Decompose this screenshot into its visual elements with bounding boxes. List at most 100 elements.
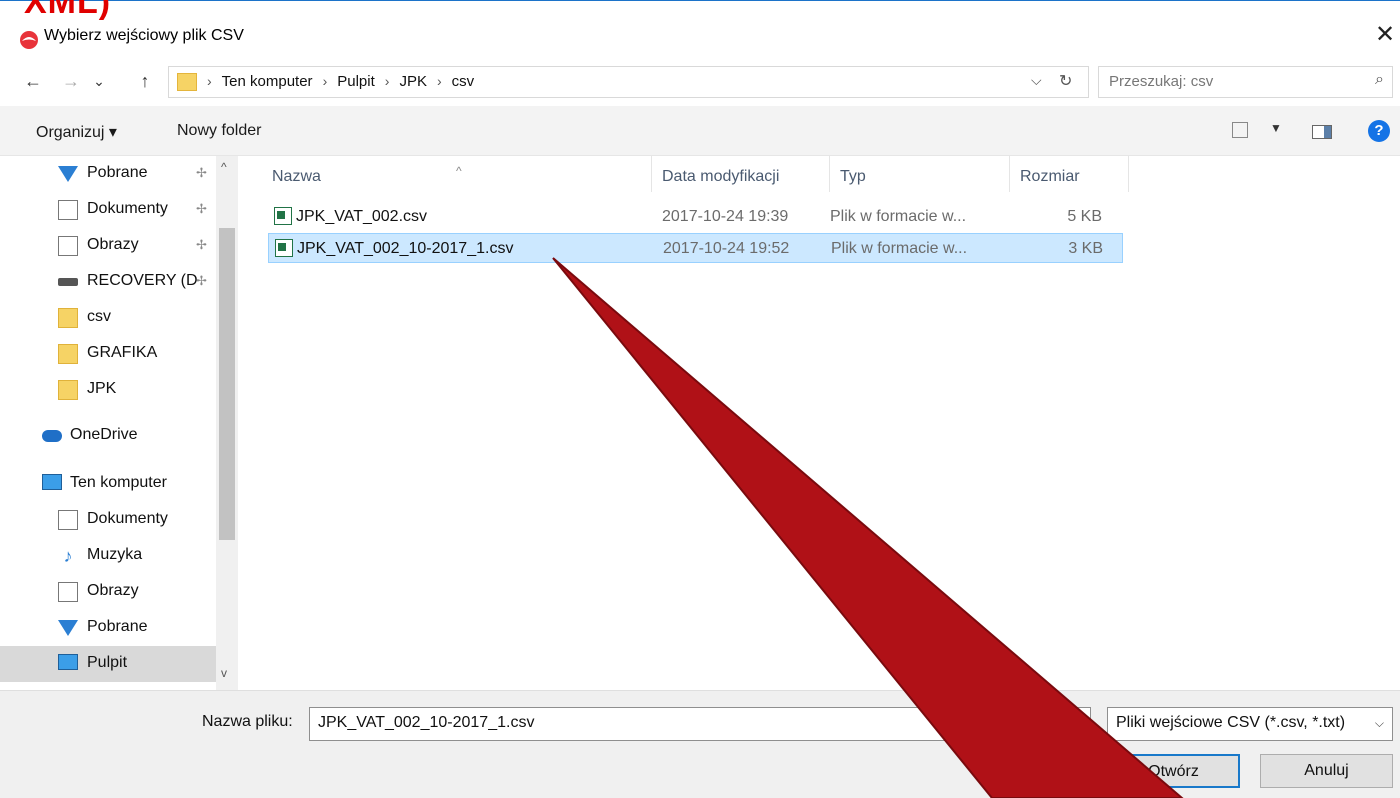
sidebar-item-label: OneDrive bbox=[70, 426, 138, 443]
up-arrow-icon[interactable]: ↑ bbox=[134, 69, 156, 93]
file-date: 2017-10-24 19:52 bbox=[663, 240, 790, 257]
sidebar-item-pobrane[interactable]: Pobrane ✢ bbox=[0, 156, 216, 192]
sidebar-item-recovery[interactable]: RECOVERY (D ✢ bbox=[0, 264, 216, 300]
sidebar-item-label: csv bbox=[87, 308, 111, 325]
file-name: JPK_VAT_002.csv bbox=[296, 208, 428, 225]
search-placeholder: Przeszukaj: csv bbox=[1109, 73, 1214, 90]
sidebar-item-pulpit[interactable]: Pulpit bbox=[0, 646, 216, 682]
column-header-size[interactable]: Rozmiar bbox=[1020, 168, 1080, 186]
help-icon[interactable]: ? bbox=[1368, 120, 1390, 142]
pin-icon[interactable]: ✢ bbox=[196, 273, 207, 289]
app-icon bbox=[20, 31, 38, 49]
sidebar-item-label: Pulpit bbox=[87, 654, 128, 671]
sidebar-item-csv[interactable]: csv bbox=[0, 300, 216, 336]
download-icon bbox=[58, 620, 78, 636]
dialog-title: Wybierz wejściowy plik CSV bbox=[44, 27, 244, 44]
sidebar-item-ten-komputer[interactable]: Ten komputer bbox=[0, 466, 216, 502]
chevron-down-icon[interactable]: ⌵ bbox=[1375, 716, 1384, 731]
breadcrumb: › Ten komputer › Pulpit › JPK › csv bbox=[207, 73, 474, 90]
sidebar-item-label: JPK bbox=[87, 380, 117, 397]
breadcrumb-separator: › bbox=[384, 73, 390, 89]
sidebar-item-label: GRAFIKA bbox=[87, 344, 158, 361]
sidebar-item-grafika[interactable]: GRAFIKA bbox=[0, 336, 216, 372]
sidebar-item-label: Ten komputer bbox=[70, 474, 167, 491]
search-input[interactable]: Przeszukaj: csv ⌕ bbox=[1098, 66, 1393, 98]
recent-locations-icon[interactable]: ⌄ bbox=[88, 69, 110, 93]
file-name: JPK_VAT_002_10-2017_1.csv bbox=[297, 240, 514, 257]
back-arrow-icon[interactable]: ← bbox=[22, 69, 44, 93]
column-header-date[interactable]: Data modyfikacji bbox=[662, 168, 779, 186]
sidebar-item-onedrive[interactable]: OneDrive bbox=[0, 418, 216, 454]
organize-menu-button[interactable]: Organizuj ▾ bbox=[36, 122, 117, 142]
file-size: 3 KB bbox=[1068, 240, 1103, 257]
sidebar-item-pobrane[interactable]: Pobrane bbox=[0, 610, 216, 646]
view-options-icon[interactable] bbox=[1232, 122, 1248, 138]
sidebar-item-label: RECOVERY (D bbox=[87, 272, 198, 289]
chevron-down-icon[interactable]: v bbox=[221, 666, 227, 680]
file-row-selected[interactable]: JPK_VAT_002_10-2017_1.csv 2017-10-24 19:… bbox=[268, 233, 1123, 263]
sidebar-item-obrazy[interactable]: Obrazy bbox=[0, 574, 216, 610]
address-bar[interactable]: › Ten komputer › Pulpit › JPK › csv ⌵ ↻ bbox=[168, 66, 1089, 98]
preview-pane-icon[interactable] bbox=[1312, 125, 1332, 139]
close-icon[interactable]: ✕ bbox=[1370, 20, 1400, 50]
file-type: Plik w formacie w... bbox=[830, 208, 967, 225]
pin-icon[interactable]: ✢ bbox=[196, 165, 207, 181]
sidebar-item-label: Dokumenty bbox=[87, 200, 168, 217]
filetype-select[interactable]: Pliki wejściowe CSV (*.csv, *.txt) ⌵ bbox=[1107, 707, 1393, 741]
dialog-titlebar: Wybierz wejściowy plik CSV ✕ bbox=[0, 0, 1400, 56]
refresh-icon[interactable]: ↻ bbox=[1059, 71, 1072, 91]
sidebar-item-muzyka[interactable]: ♪ Muzyka bbox=[0, 538, 216, 574]
sidebar-item-jpk[interactable]: JPK bbox=[0, 372, 216, 408]
column-divider[interactable] bbox=[829, 156, 830, 192]
documents-icon bbox=[58, 200, 78, 220]
breadcrumb-separator: › bbox=[322, 73, 328, 89]
chevron-down-icon[interactable]: ⌵ bbox=[1031, 72, 1042, 89]
pin-icon[interactable]: ✢ bbox=[196, 201, 207, 217]
sidebar-item-obrazy[interactable]: Obrazy ✢ bbox=[0, 228, 216, 264]
breadcrumb-item[interactable]: Pulpit bbox=[337, 73, 375, 90]
documents-icon bbox=[58, 510, 78, 530]
column-header-name[interactable]: Nazwa bbox=[272, 168, 321, 186]
open-button[interactable]: Otwórz bbox=[1107, 754, 1240, 788]
breadcrumb-item[interactable]: csv bbox=[452, 73, 475, 90]
sidebar-item-label: Pobrane bbox=[87, 164, 148, 181]
folder-icon bbox=[58, 344, 78, 364]
sort-ascending-icon: ^ bbox=[456, 164, 462, 178]
column-divider[interactable] bbox=[651, 156, 652, 192]
forward-arrow-icon[interactable]: → bbox=[60, 69, 82, 93]
breadcrumb-item[interactable]: JPK bbox=[399, 73, 427, 90]
sidebar-item-label: Pobrane bbox=[87, 618, 148, 635]
sidebar-item-label: Dokumenty bbox=[87, 510, 168, 527]
chevron-up-icon[interactable]: ^ bbox=[221, 160, 227, 174]
file-row[interactable]: JPK_VAT_002.csv 2017-10-24 19:39 Plik w … bbox=[268, 202, 1123, 232]
filename-field[interactable]: JPK_VAT_002_10-2017_1.csv bbox=[309, 707, 1091, 741]
computer-icon bbox=[42, 474, 62, 490]
sidebar-item-label: Muzyka bbox=[87, 546, 143, 563]
file-size: 5 KB bbox=[1067, 208, 1102, 225]
file-list: Nazwa ^ Data modyfikacji Typ Rozmiar JPK… bbox=[238, 156, 1400, 690]
navigation-bar: ← → ⌄ ↑ › Ten komputer › Pulpit › JPK › … bbox=[0, 56, 1400, 106]
breadcrumb-separator: › bbox=[436, 73, 442, 89]
new-folder-button[interactable]: Nowy folder bbox=[177, 122, 261, 140]
cancel-button[interactable]: Anuluj bbox=[1260, 754, 1393, 788]
pictures-icon bbox=[58, 236, 78, 256]
annotation-heading: XML) bbox=[24, 0, 112, 21]
breadcrumb-item[interactable]: Ten komputer bbox=[222, 73, 313, 90]
sidebar-item-label: Obrazy bbox=[87, 582, 139, 599]
chevron-down-icon[interactable]: ▼ bbox=[1270, 121, 1282, 135]
column-divider[interactable] bbox=[1009, 156, 1010, 192]
navigation-pane: Pobrane ✢ Dokumenty ✢ Obrazy ✢ RECOVERY … bbox=[0, 156, 238, 690]
column-header-type[interactable]: Typ bbox=[840, 168, 866, 186]
sidebar-scrollbar[interactable]: ^ v bbox=[216, 156, 238, 690]
scrollbar-thumb[interactable] bbox=[219, 228, 235, 540]
filename-label: Nazwa pliku: bbox=[202, 713, 293, 730]
folder-icon bbox=[58, 308, 78, 328]
column-divider[interactable] bbox=[1128, 156, 1129, 192]
pin-icon[interactable]: ✢ bbox=[196, 237, 207, 253]
dialog-footer: Nazwa pliku: JPK_VAT_002_10-2017_1.csv P… bbox=[0, 690, 1400, 798]
sidebar-item-dokumenty[interactable]: Dokumenty bbox=[0, 502, 216, 538]
sidebar-item-dokumenty[interactable]: Dokumenty ✢ bbox=[0, 192, 216, 228]
pictures-icon bbox=[58, 582, 78, 602]
search-icon[interactable]: ⌕ bbox=[1375, 71, 1384, 89]
command-toolbar: Organizuj ▾ Nowy folder ▼ ? bbox=[0, 106, 1400, 156]
